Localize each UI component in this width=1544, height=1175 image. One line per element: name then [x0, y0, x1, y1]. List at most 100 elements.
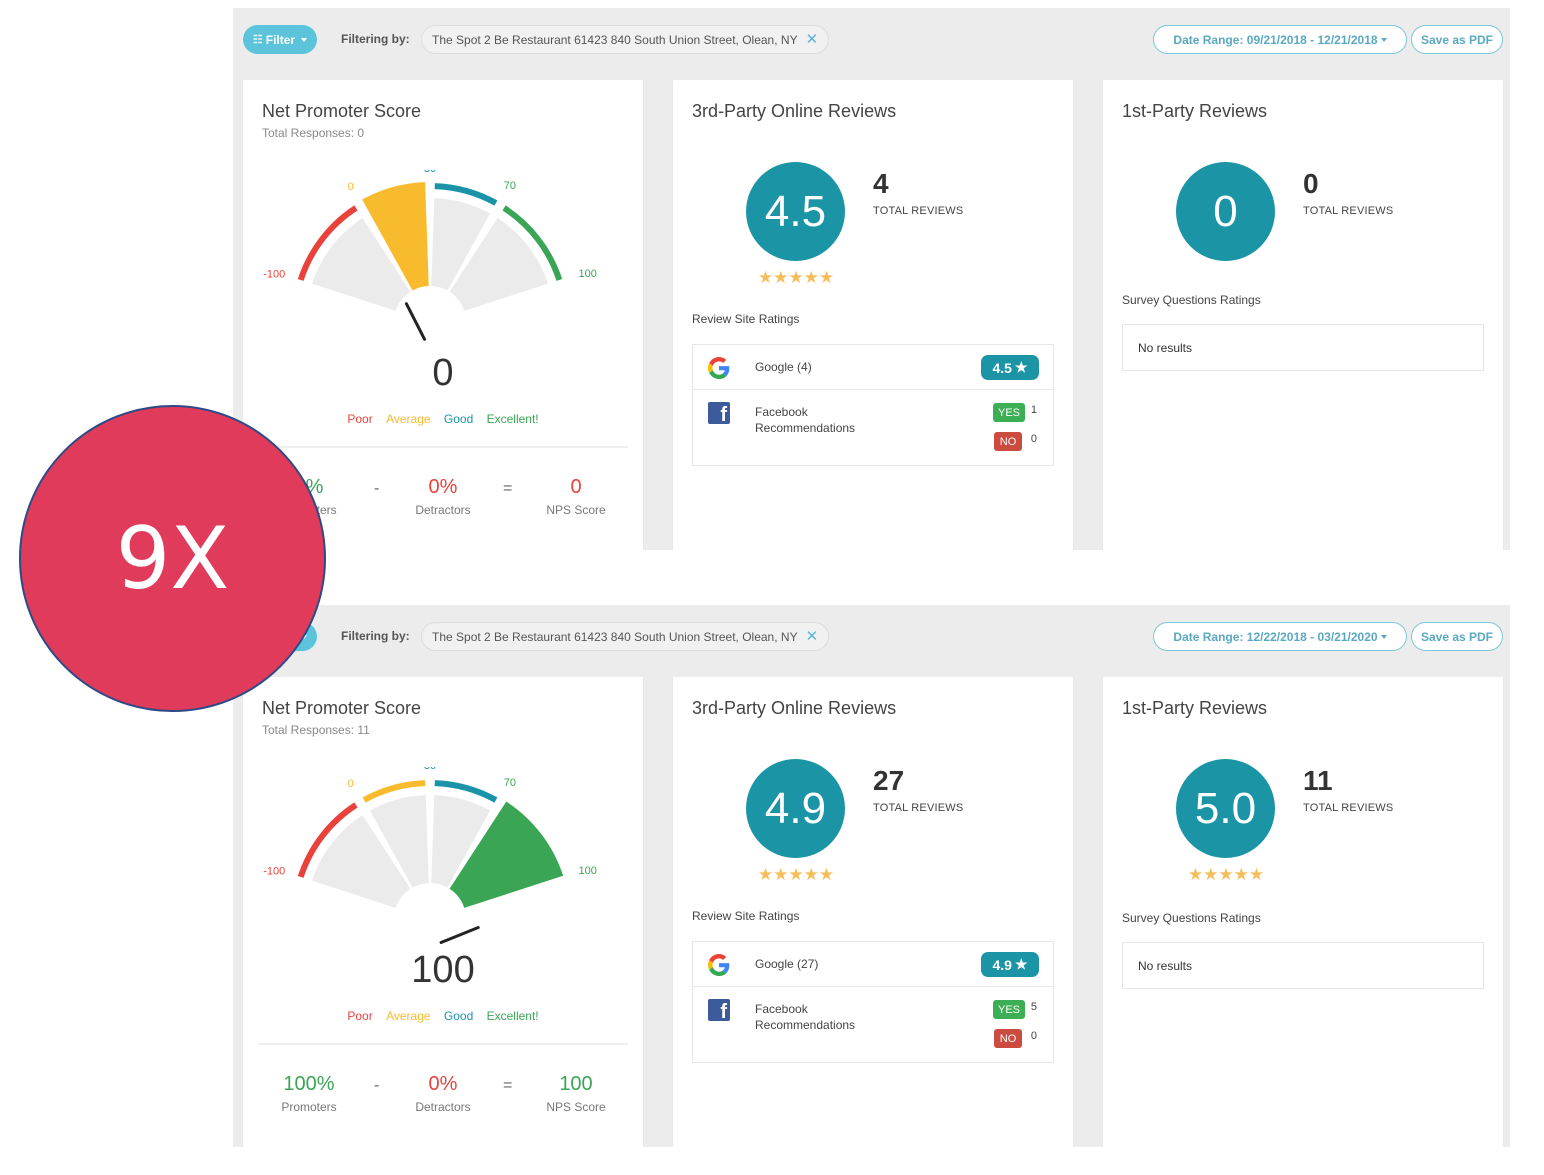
- nps-gauge-value: 100: [411, 949, 475, 991]
- google-site-name: Google (4): [755, 360, 812, 374]
- filtering-by-label: Filtering by:: [341, 629, 410, 643]
- legend-average: Average: [386, 1009, 431, 1023]
- nps-score-value: 0: [570, 476, 582, 498]
- review-site-table: Google (27) 4.9 ★ f Facebook Recommendat…: [692, 941, 1054, 1063]
- date-range-dropdown[interactable]: Date Range: 09/21/2018 - 12/21/2018: [1153, 25, 1407, 54]
- filter-chip-text: The Spot 2 Be Restaurant 61423 840 South…: [432, 629, 798, 644]
- gauge-tick-label: 0: [348, 778, 354, 790]
- total-reviews-label: TOTAL REVIEWS: [1303, 205, 1394, 217]
- google-site-name: Google (27): [755, 957, 819, 971]
- divider: [258, 1043, 628, 1045]
- overlay-badge: 9X: [19, 405, 326, 712]
- gauge-tick-label: 100: [578, 268, 596, 280]
- third-party-reviews-card: 3rd-Party Online Reviews 4.9 27 TOTAL RE…: [673, 677, 1073, 1147]
- gauge-tick-label: -100: [263, 865, 285, 877]
- detractors-value: 0%: [428, 1073, 458, 1095]
- card-title: 3rd-Party Online Reviews: [692, 698, 897, 718]
- filter-toolbar: ☷ Filter Filtering by: The Spot 2 Be Res…: [233, 605, 1510, 669]
- first-party-reviews-card: 1st-Party Reviews 0 0 TOTAL REVIEWS Surv…: [1103, 80, 1503, 550]
- yes-badge: YES: [993, 1000, 1025, 1019]
- legend-excellent: Excellent!: [486, 1009, 539, 1023]
- card-title: Net Promoter Score: [262, 698, 422, 718]
- filter-chip: The Spot 2 Be Restaurant 61423 840 South…: [421, 622, 830, 651]
- total-responses: Total Responses: 0: [262, 126, 365, 140]
- save-as-pdf-button[interactable]: Save as PDF: [1411, 25, 1503, 54]
- review-site-ratings-label: Review Site Ratings: [692, 909, 800, 923]
- total-responses: Total Responses: 11: [262, 723, 370, 737]
- google-icon: [708, 357, 730, 379]
- close-icon[interactable]: ✕: [806, 629, 819, 644]
- facebook-name-line1: Facebook: [755, 1002, 808, 1016]
- facebook-icon: f: [708, 402, 730, 424]
- date-range-label: Date Range: 09/21/2018 - 12/21/2018: [1173, 32, 1378, 47]
- nps-legend: Poor Average Good Excellent!: [243, 1009, 643, 1023]
- filter-button[interactable]: ☷ Filter: [243, 25, 317, 54]
- dashboard-panel: ☷ Filter Filtering by: The Spot 2 Be Res…: [233, 605, 1510, 1147]
- total-reviews-count: 11: [1303, 765, 1333, 796]
- gauge-needle: [404, 302, 427, 341]
- legend-poor: Poor: [347, 412, 373, 426]
- filtering-by-label: Filtering by:: [341, 32, 410, 46]
- yes-badge: YES: [993, 403, 1025, 422]
- no-count: 0: [1030, 1030, 1037, 1042]
- filter-toolbar: ☷ Filter Filtering by: The Spot 2 Be Res…: [233, 8, 1510, 72]
- gauge-tick-label: 30: [424, 767, 436, 772]
- survey-questions-label: Survey Questions Ratings: [1122, 293, 1261, 307]
- facebook-site-name: Facebook Recommendations: [755, 404, 855, 436]
- card-title: 1st-Party Reviews: [1122, 101, 1268, 121]
- first-party-reviews-card: 1st-Party Reviews 5.0 11 TOTAL REVIEWS ★…: [1103, 677, 1503, 1147]
- promoters-value: 100%: [283, 1073, 335, 1095]
- divider: [258, 446, 628, 448]
- legend-good: Good: [443, 412, 474, 426]
- yes-count: 1: [1030, 404, 1037, 416]
- legend-poor: Poor: [347, 1009, 373, 1023]
- detractors-label: Detractors: [415, 503, 471, 517]
- no-count: 0: [1030, 433, 1037, 445]
- legend-good: Good: [443, 1009, 474, 1023]
- gauge-needle: [439, 926, 480, 945]
- nps-gauge: -100 0 30 70 100: [263, 767, 597, 945]
- star-rating: ★★★★★: [1187, 865, 1265, 884]
- no-badge: NO: [994, 432, 1022, 451]
- minus-sign: -: [374, 1077, 380, 1094]
- promoters-stat: 100% Promoters: [254, 1073, 364, 1114]
- review-site-table: Google (4) 4.5 ★ f Facebook Recommendati…: [692, 344, 1054, 466]
- legend-average: Average: [386, 412, 431, 426]
- star-icon: ★: [1014, 956, 1028, 972]
- star-rating: ★★★★★: [757, 268, 835, 287]
- dashboard-panel: ☷ Filter Filtering by: The Spot 2 Be Res…: [233, 8, 1510, 550]
- nps-score-label: NPS Score: [546, 1100, 606, 1114]
- card-title: Net Promoter Score: [262, 101, 422, 121]
- promoters-label: Promoters: [281, 1100, 337, 1114]
- google-rating-value: 4.5: [992, 359, 1012, 376]
- nps-card: Net Promoter Score Total Responses: 11 -…: [243, 677, 643, 1147]
- site-row-google: Google (27) 4.9 ★: [693, 942, 1053, 987]
- detractors-stat: 0% Detractors: [388, 476, 498, 517]
- detractors-stat: 0% Detractors: [388, 1073, 498, 1114]
- star-rating: ★★★★★: [757, 865, 835, 884]
- close-icon[interactable]: ✕: [806, 32, 819, 47]
- date-range-dropdown[interactable]: Date Range: 12/22/2018 - 03/21/2020: [1153, 622, 1407, 651]
- save-as-pdf-button[interactable]: Save as PDF: [1411, 622, 1503, 651]
- nps-gauge-value: 0: [432, 352, 454, 394]
- minus-sign: -: [374, 480, 380, 497]
- equals-sign: =: [503, 1077, 513, 1094]
- review-site-ratings-label: Review Site Ratings: [692, 312, 800, 326]
- filter-chip-text: The Spot 2 Be Restaurant 61423 840 South…: [432, 32, 798, 47]
- legend-excellent: Excellent!: [486, 412, 539, 426]
- total-reviews-count: 0: [1303, 168, 1319, 199]
- no-badge: NO: [994, 1029, 1022, 1048]
- nps-score-label: NPS Score: [546, 503, 606, 517]
- nps-score-stat: 0 NPS Score: [521, 476, 631, 517]
- facebook-name-line1: Facebook: [755, 405, 808, 419]
- nps-breakdown: 100% Promoters - 0% Detractors = 100 NPS…: [243, 1073, 643, 1123]
- yes-count: 5: [1030, 1001, 1037, 1013]
- total-reviews-label: TOTAL REVIEWS: [873, 802, 964, 814]
- average-rating-circle: 0: [1176, 162, 1275, 261]
- sliders-icon: ☷: [252, 34, 263, 46]
- site-row-google: Google (4) 4.5 ★: [693, 345, 1053, 390]
- total-reviews-count: 27: [873, 765, 905, 796]
- gauge-tick-label: 100: [578, 865, 596, 877]
- google-rating-badge: 4.9 ★: [981, 952, 1039, 977]
- card-title: 1st-Party Reviews: [1122, 698, 1268, 718]
